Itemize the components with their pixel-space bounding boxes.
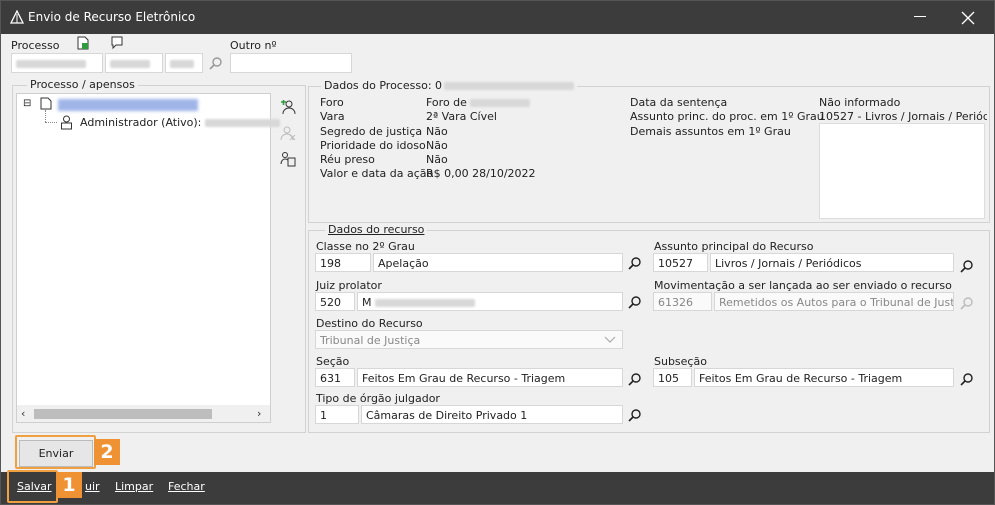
excluir-button[interactable]: uir: [85, 480, 100, 493]
demais-assuntos-label: Demais assuntos em 1º Grau: [630, 124, 791, 138]
assunto-label: Assunto principal do Recurso: [654, 240, 814, 253]
dados-recurso-legend: Dados do recurso: [325, 223, 428, 236]
classe-code-field[interactable]: 198: [315, 253, 371, 272]
new-document-icon[interactable]: [76, 36, 90, 50]
dados-processo-legend: Dados do Processo: 0: [321, 79, 578, 92]
secao-desc-field[interactable]: Feitos Em Grau de Recurso - Triagem: [357, 368, 623, 387]
note-icon[interactable]: [110, 36, 124, 50]
assunto-desc-field[interactable]: Livros / Jornais / Periódicos: [710, 253, 954, 272]
minimize-button[interactable]: [914, 16, 926, 17]
processo-part2-field[interactable]: [105, 53, 163, 73]
segredo-value: Não: [426, 124, 448, 138]
movimentacao-code-field: 61326: [653, 292, 712, 311]
processo-label: Processo: [11, 39, 60, 52]
window-title: Envio de Recurso Eletrônico: [28, 10, 196, 24]
highlight-enviar: [15, 435, 96, 469]
destino-select[interactable]: Tribunal de Justiça: [315, 330, 623, 349]
chevron-down-icon: [604, 336, 616, 343]
juiz-label: Juiz prolator: [316, 279, 382, 292]
destino-label: Destino do Recurso: [316, 317, 423, 330]
processo-values-column: Foro de 2ª Vara Cível Não Não Não R$ 0,0…: [426, 96, 536, 182]
demais-assuntos-box: [819, 123, 985, 219]
tipo-orgao-desc-field[interactable]: Câmaras de Direito Privado 1: [361, 405, 623, 424]
foro-value: Foro de: [426, 96, 536, 110]
processo-col3: Não informado 10527 - Livros / Jornais /…: [819, 96, 987, 125]
prioridade-value: Não: [426, 138, 448, 152]
scroll-left-icon[interactable]: ‹: [21, 407, 25, 420]
tree-horizontal-scrollbar[interactable]: ‹ ›: [17, 405, 270, 422]
person-clipboard-icon[interactable]: [280, 151, 296, 167]
valor-value: R$ 0,00 28/10/2022: [426, 167, 536, 181]
tipo-orgao-search-icon[interactable]: [628, 408, 642, 422]
title-bar: Envio de Recurso Eletrônico: [1, 1, 994, 34]
movimentacao-desc-field: Remetidos os Autos para o Tribunal de Ju…: [714, 292, 954, 311]
limpar-button[interactable]: Limpar: [115, 480, 153, 493]
bottom-toolbar: Salvar uir Limpar Fechar: [1, 472, 994, 504]
fechar-button[interactable]: Fechar: [168, 480, 205, 493]
subsecao-search-icon[interactable]: [960, 372, 974, 386]
juiz-code-field[interactable]: 520: [315, 292, 355, 311]
close-icon[interactable]: [958, 8, 978, 28]
destino-selected-value: Tribunal de Justiça: [320, 334, 421, 347]
segredo-label: Segredo de justiça: [320, 124, 423, 138]
tipo-orgao-code-field[interactable]: 1: [315, 405, 359, 424]
classe-label: Classe no 2º Grau: [316, 240, 415, 253]
outro-label: Outro nº: [230, 39, 277, 52]
step-badge-1: 1: [56, 472, 82, 498]
search-icon[interactable]: [209, 56, 223, 70]
valor-label: Valor e data da ação: [320, 167, 434, 181]
outro-field[interactable]: [230, 53, 352, 73]
subsecao-label: Subseção: [654, 355, 707, 368]
vara-label: Vara: [320, 110, 345, 124]
tree-child-label[interactable]: Administrador (Ativo):: [80, 116, 280, 129]
collapse-icon[interactable]: ⊟: [23, 98, 31, 109]
reu-preso-label: Réu preso: [320, 153, 375, 167]
classe-desc-field[interactable]: Apelação: [373, 253, 623, 272]
add-person-icon[interactable]: [280, 99, 296, 115]
highlight-salvar: [7, 470, 58, 503]
assunto-code-field[interactable]: 10527: [653, 253, 708, 272]
movimentacao-label: Movimentação a ser lançada ao ser enviad…: [654, 279, 952, 292]
scroll-right-icon[interactable]: ›: [257, 407, 261, 420]
remove-person-icon[interactable]: [280, 125, 296, 141]
subsecao-code-field[interactable]: 105: [653, 368, 692, 387]
secao-label: Seção: [316, 355, 350, 368]
step-badge-2: 2: [94, 439, 120, 465]
apensos-legend: Processo / apensos: [27, 78, 138, 91]
data-sentenca-label: Data da sentença: [630, 96, 728, 109]
secao-search-icon[interactable]: [628, 372, 642, 386]
tipo-orgao-label: Tipo de órgão julgador: [316, 392, 440, 405]
movimentacao-search-icon: [960, 297, 973, 310]
app-logo-icon: [10, 10, 24, 24]
reu-preso-value: Não: [426, 153, 448, 167]
tree-root-selected[interactable]: [58, 98, 198, 111]
admin-user-icon: [61, 115, 72, 130]
secao-code-field[interactable]: 631: [315, 368, 355, 387]
processo-labels-column: Foro Vara Segredo de justiça Prioridade …: [320, 96, 433, 182]
subsecao-desc-field[interactable]: Feitos Em Grau de Recurso - Triagem: [694, 368, 954, 387]
main-window: Envio de Recurso Eletrônico Processo Out…: [0, 0, 995, 505]
document-icon: [40, 97, 52, 110]
classe-search-icon[interactable]: [628, 256, 642, 270]
processo-number-field[interactable]: [11, 53, 103, 73]
processo-part3-field[interactable]: [165, 53, 203, 73]
juiz-name-field[interactable]: M: [357, 292, 623, 311]
assunto-search-icon[interactable]: [960, 259, 974, 273]
scroll-thumb[interactable]: [34, 409, 212, 419]
data-sentenca-value: Não informado: [819, 96, 901, 109]
juiz-search-icon[interactable]: [628, 295, 642, 309]
foro-label: Foro: [320, 96, 344, 109]
processo-col2: Data da sentença Assunto princ. do proc.…: [630, 96, 824, 139]
prioridade-label: Prioridade do idoso: [320, 138, 426, 152]
process-tree[interactable]: ⊟ Administrador (Ativo): ‹ ›: [16, 93, 280, 423]
assunto-1grau-label: Assunto princ. do proc. em 1º Grau: [630, 110, 824, 124]
vara-value: 2ª Vara Cível: [426, 110, 497, 124]
